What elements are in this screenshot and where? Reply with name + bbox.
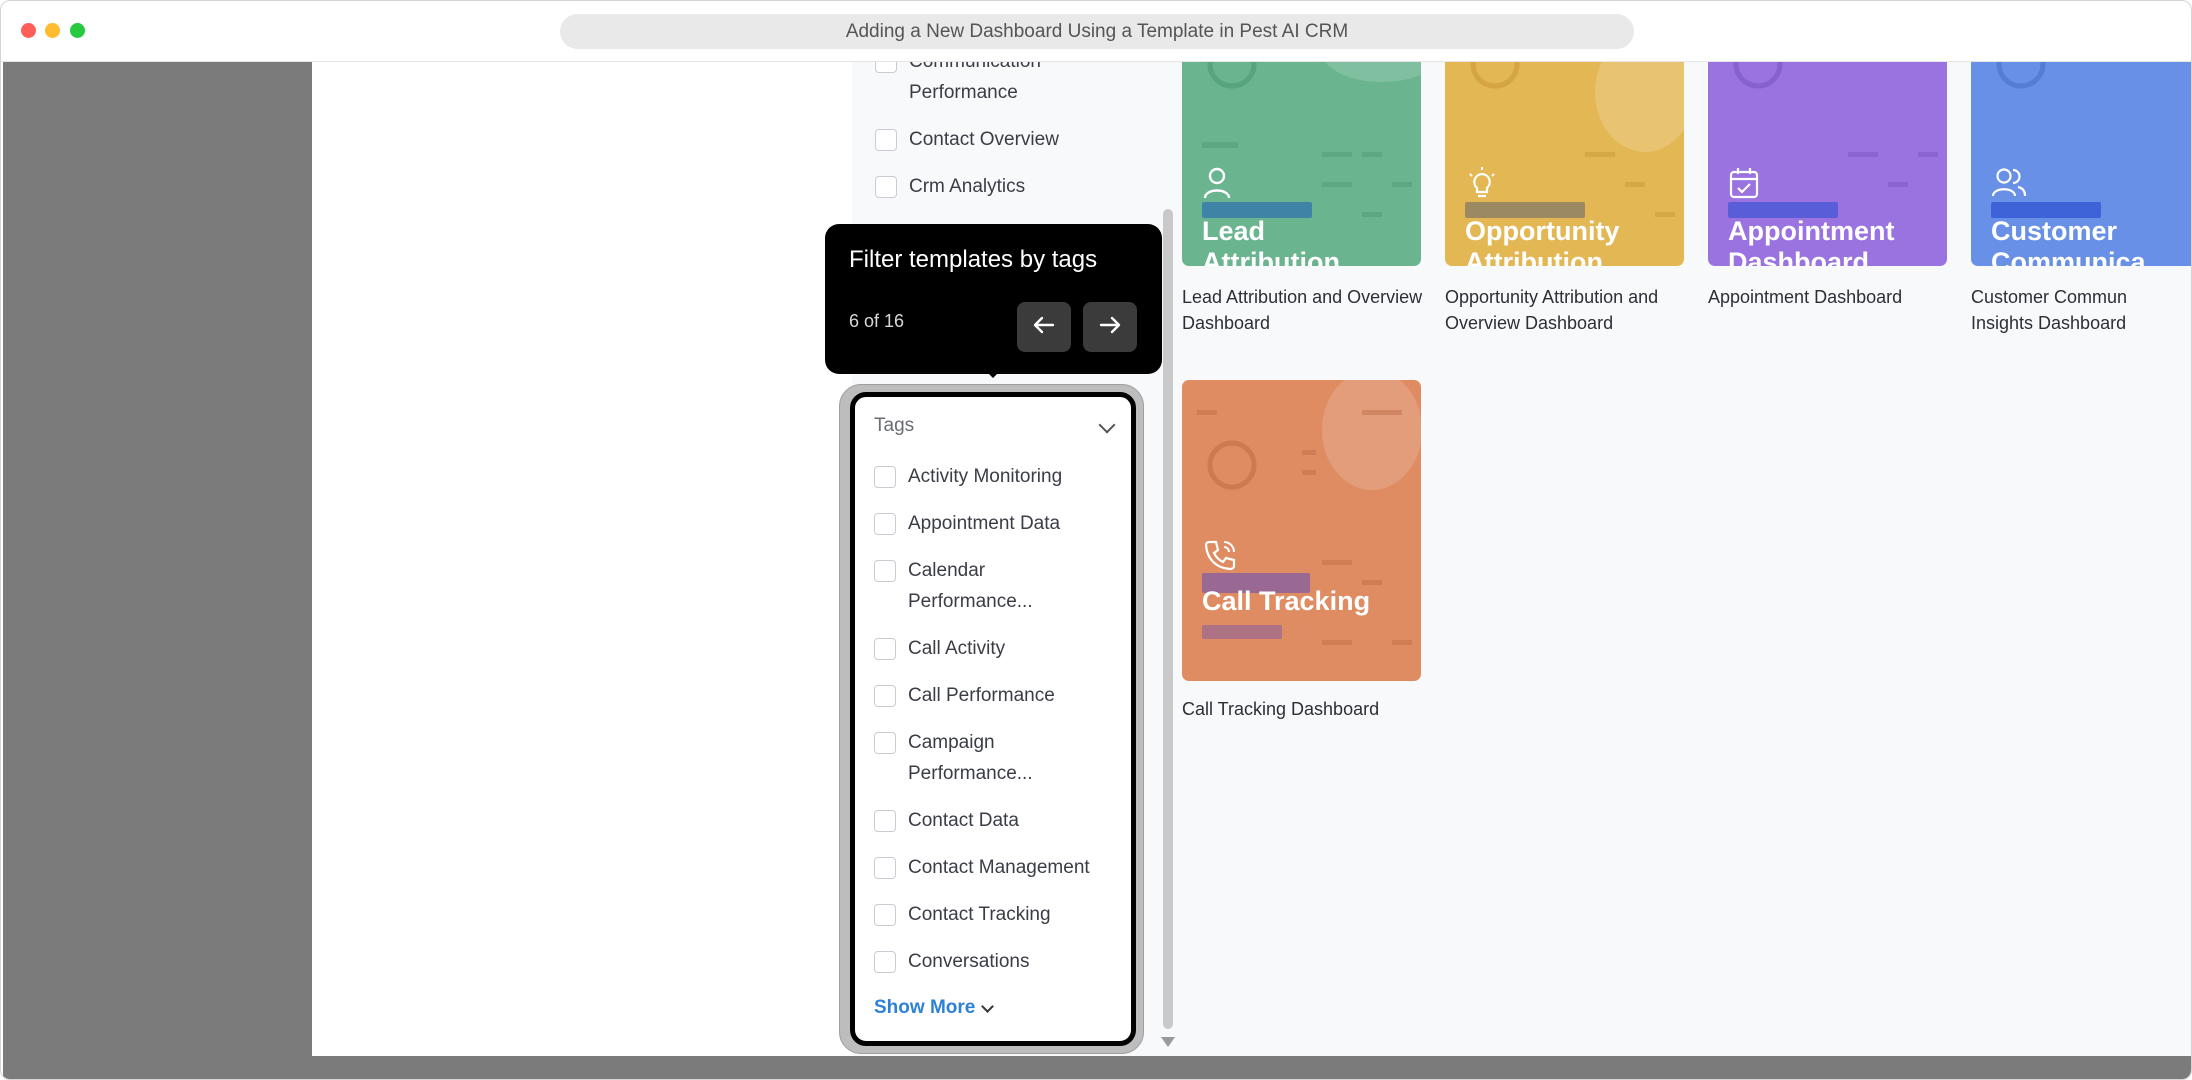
card-preview-bar [1202, 625, 1282, 639]
show-more-link[interactable]: Show More [874, 997, 995, 1019]
tag-label: Appointment Data [908, 513, 1061, 534]
maximize-window-button[interactable] [70, 23, 85, 38]
checkbox[interactable] [875, 176, 897, 198]
template-caption[interactable]: Customer Commun Insights Dashboard [1971, 284, 2146, 336]
scroll-down-arrow-icon[interactable] [1161, 1037, 1175, 1047]
tag-label: Call Activity [908, 638, 1006, 659]
filter-option-label: Contact Overview [909, 129, 1059, 150]
template-caption[interactable]: Call Tracking Dashboard [1182, 696, 1432, 722]
tag-label: Contact Data [908, 810, 1019, 831]
filter-option[interactable]: Crm Analytics [875, 175, 1025, 202]
show-more-label: Show More [874, 997, 976, 1018]
calendar-check-icon [1728, 166, 1760, 205]
card-title: Customer Communica [1991, 216, 2146, 266]
minimize-window-button[interactable] [45, 23, 60, 38]
checkbox[interactable] [874, 560, 896, 582]
tag-label: Campaign Performance... [908, 732, 1033, 784]
checkbox[interactable] [874, 732, 896, 754]
tag-option[interactable]: Calendar Performance... [874, 559, 1058, 617]
tag-option[interactable]: Contact Tracking [874, 903, 1051, 930]
checkbox[interactable] [874, 904, 896, 926]
checkbox[interactable] [875, 62, 897, 73]
checkbox[interactable] [874, 513, 896, 535]
lightbulb-icon [1465, 166, 1499, 205]
tags-filter-card[interactable]: Tags Activity Monitoring Appointment Dat… [850, 392, 1136, 1046]
user-icon [1202, 166, 1232, 205]
title-bar: Adding a New Dashboard Using a Template … [1, 1, 2191, 62]
template-card-customer-communication[interactable]: Customer Communica [1971, 62, 2191, 266]
tooltip-previous-button[interactable] [1017, 302, 1071, 352]
tag-option[interactable]: Call Activity [874, 637, 1005, 664]
tooltip-title: Filter templates by tags [849, 246, 1098, 273]
checkbox[interactable] [874, 810, 896, 832]
tag-label: Conversations [908, 951, 1030, 972]
card-title: Opportunity Attribution [1465, 216, 1620, 266]
tag-label: Calendar Performance... [908, 560, 1033, 612]
template-card-opportunity-attribution[interactable]: Opportunity Attribution [1445, 62, 1684, 266]
address-bar[interactable]: Adding a New Dashboard Using a Template … [560, 14, 1634, 49]
browser-window: Adding a New Dashboard Using a Template … [0, 0, 2192, 1080]
tooltip-next-button[interactable] [1083, 302, 1137, 352]
tag-option[interactable]: Contact Data [874, 809, 1019, 836]
tag-option[interactable]: Call Performance [874, 684, 1055, 711]
tag-label: Contact Tracking [908, 904, 1051, 925]
checkbox[interactable] [874, 638, 896, 660]
template-caption[interactable]: Lead Attribution and Overview Dashboard [1182, 284, 1432, 336]
tags-title: Tags [874, 415, 915, 436]
tag-option[interactable]: Contact Management [874, 856, 1090, 883]
card-title: Lead Attribution [1202, 216, 1340, 266]
templates-grid: Lead Attribution Lead Attribution and Ov… [1160, 62, 2191, 1056]
checkbox[interactable] [874, 466, 896, 488]
template-card-call-tracking[interactable]: Call Tracking [1182, 380, 1421, 681]
phone-icon [1202, 538, 1238, 579]
filter-option-label: Communication Performance [909, 62, 1041, 103]
filter-option[interactable]: Contact Overview [875, 128, 1059, 155]
card-title: Call Tracking [1202, 586, 1371, 616]
tag-label: Activity Monitoring [908, 466, 1063, 487]
tag-option[interactable]: Appointment Data [874, 512, 1060, 539]
chevron-down-icon[interactable] [1098, 416, 1116, 434]
filter-option-label: Crm Analytics [909, 176, 1026, 197]
tag-label: Contact Management [908, 857, 1090, 878]
users-icon [1991, 166, 2027, 205]
arrow-left-icon [1033, 316, 1055, 339]
onboarding-tooltip: Filter templates by tags 6 of 16 [825, 224, 1162, 374]
filter-scrollbar[interactable] [1163, 209, 1173, 1029]
tooltip-pointer [985, 370, 1001, 378]
checkbox[interactable] [874, 857, 896, 879]
template-caption[interactable]: Opportunity Attribution and Overview Das… [1445, 284, 1695, 336]
checkbox[interactable] [874, 951, 896, 973]
filter-option[interactable]: Communication Performance [875, 62, 1069, 108]
arrow-right-icon [1099, 316, 1121, 339]
checkbox[interactable] [875, 129, 897, 151]
template-card-appointment-dashboard[interactable]: Appointment Dashboard [1708, 62, 1947, 266]
card-title: Appointment Dashboard [1728, 216, 1895, 266]
tag-label: Call Performance [908, 685, 1055, 706]
template-caption[interactable]: Appointment Dashboard [1708, 284, 1958, 310]
tag-option[interactable]: Campaign Performance... [874, 731, 1058, 789]
template-card-lead-attribution[interactable]: Lead Attribution [1182, 62, 1421, 266]
tag-option[interactable]: Activity Monitoring [874, 465, 1062, 492]
close-window-button[interactable] [21, 23, 36, 38]
checkbox[interactable] [874, 685, 896, 707]
chevron-down-icon [981, 999, 995, 1013]
tag-option[interactable]: Conversations [874, 950, 1029, 977]
tooltip-step-counter: 6 of 16 [849, 311, 905, 331]
page-content: Lead Attribution Lead Attribution and Ov… [312, 62, 2191, 1056]
